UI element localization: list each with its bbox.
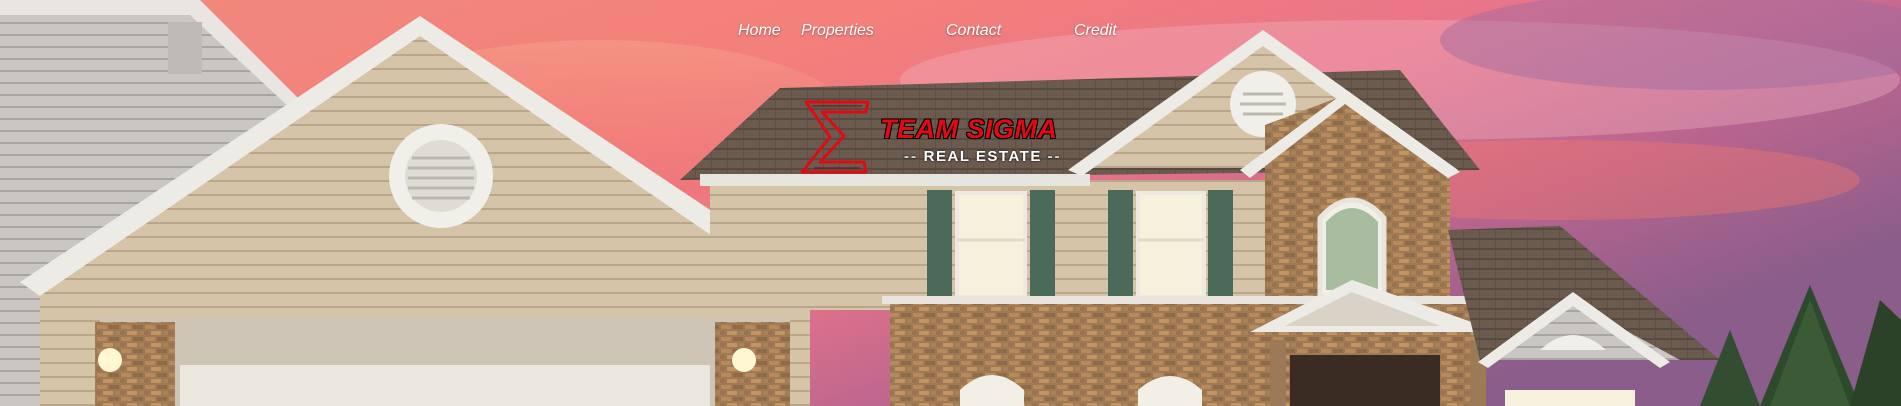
logo-tagline-dash-right: -- bbox=[1047, 148, 1062, 165]
house-background-image bbox=[0, 0, 1901, 406]
nav-link-contact[interactable]: Contact bbox=[946, 22, 1074, 40]
nav-link-properties[interactable]: Properties bbox=[801, 22, 946, 40]
main-navigation: Home Properties Contact Credit bbox=[706, 22, 1164, 40]
hero-banner: Home Properties Contact Credit TEAM SIGM… bbox=[0, 0, 1901, 406]
sigma-logo-icon bbox=[800, 100, 870, 174]
logo-brand-text: TEAM SIGMA bbox=[880, 114, 1058, 144]
logo-tagline-dash-left: -- bbox=[904, 148, 918, 165]
team-sigma-logo[interactable]: TEAM SIGMA -- REAL ESTATE -- bbox=[800, 98, 1100, 178]
nav-link-home[interactable]: Home bbox=[706, 22, 801, 40]
logo-tagline: -- REAL ESTATE -- bbox=[904, 148, 1062, 165]
nav-link-credit[interactable]: Credit bbox=[1074, 22, 1164, 40]
logo-tagline-text: REAL ESTATE bbox=[923, 148, 1042, 165]
